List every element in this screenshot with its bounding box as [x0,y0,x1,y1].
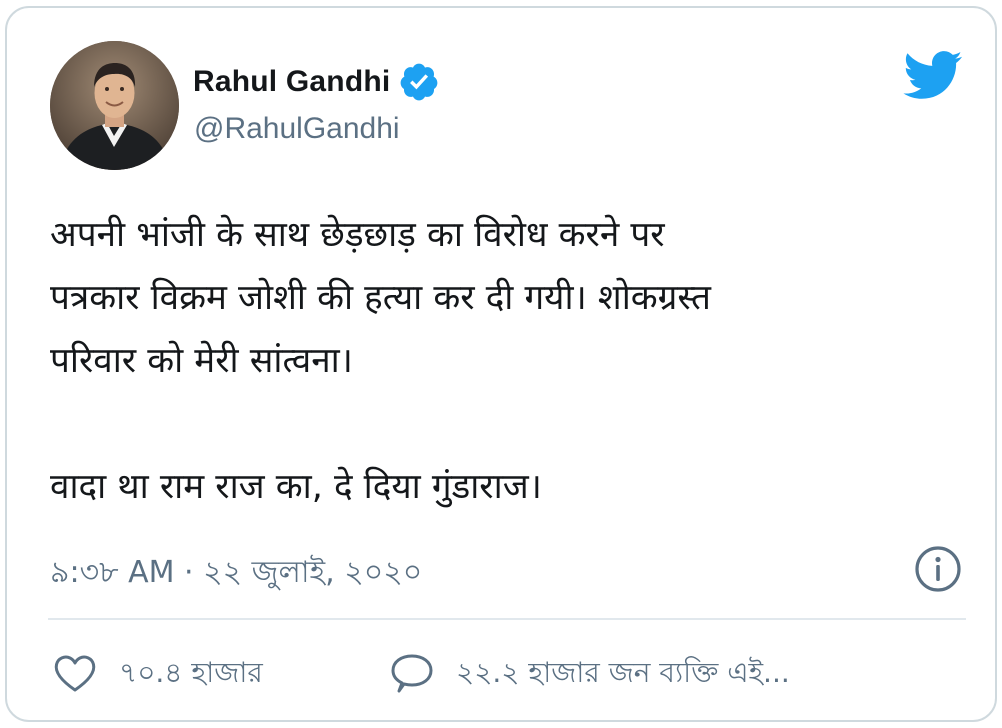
tweet-line: परिवार को मेरी सांत्वना। [50,341,353,381]
tweet-line: अपनी भांजी के साथ छेड़छाड़ का विरोध करने… [50,215,665,255]
tweet-text: अपनी भांजी के साथ छेड़छाड़ का विरोध करने… [50,204,970,519]
tweet-timestamp[interactable]: ৯:৩৮ AM · ২২ জুলাই, ২০২০ [50,548,422,599]
avatar[interactable] [50,41,179,170]
like-count: ৭০.৪ হাজার [119,655,263,689]
reply-count: ২২.২ হাজার জন ব্যক্তি এই... [456,655,790,689]
twitter-bird-icon[interactable] [901,49,963,101]
tweet-line: वादा था राम राज का, दे दिया गुंडाराज। [50,467,542,507]
reply-button[interactable]: ২২.২ হাজার জন ব্যক্তি এই... [388,648,790,700]
heart-icon [54,655,96,692]
author-name[interactable]: Rahul Gandhi [193,65,390,99]
divider [48,618,966,620]
tweet-line: पत्रकार विक्रम जोशी की हत्या कर दी गयी। … [50,278,711,318]
speech-bubble-icon [391,654,433,693]
author-handle[interactable]: @RahulGandhi [194,112,400,146]
verified-badge-icon [398,61,440,103]
tweet-card[interactable]: Rahul Gandhi @RahulGandhi अपनी भांजी के … [5,6,997,722]
like-button[interactable]: ৭০.৪ হাজার [51,648,263,700]
info-icon[interactable] [913,544,963,594]
author-name-row[interactable]: Rahul Gandhi [193,62,440,102]
